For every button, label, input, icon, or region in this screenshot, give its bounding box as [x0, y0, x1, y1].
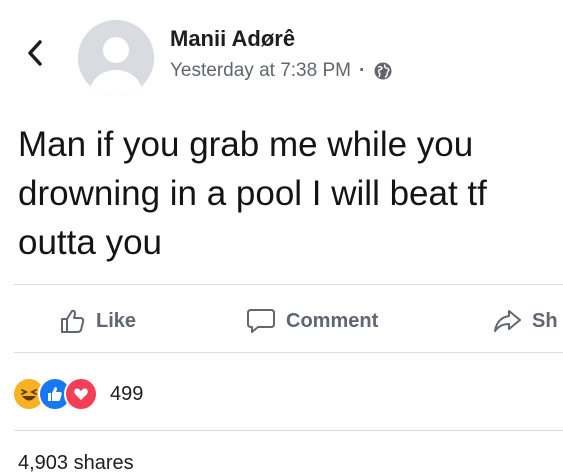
share-label: Sh	[532, 309, 558, 332]
divider	[14, 352, 563, 353]
reactions-summary[interactable]: 499	[12, 374, 143, 414]
love-icon	[64, 377, 98, 411]
action-bar: Like Comment Sh	[0, 298, 563, 344]
chevron-left-icon	[28, 40, 42, 66]
back-button[interactable]	[22, 36, 48, 70]
timestamp[interactable]: Yesterday at 7:38 PM	[170, 60, 351, 82]
share-count[interactable]: 4,903 shares	[18, 452, 134, 475]
comment-button[interactable]: Comment	[246, 298, 378, 344]
author-name[interactable]: Manii Adørê	[170, 26, 295, 52]
like-label: Like	[96, 309, 137, 332]
thumbs-up-icon	[61, 309, 85, 333]
like-button[interactable]: Like	[60, 298, 136, 344]
comment-label: Comment	[286, 309, 379, 332]
globe-icon[interactable]	[373, 61, 393, 81]
share-icon	[494, 310, 521, 332]
post-meta: Yesterday at 7:38 PM ·	[170, 60, 393, 82]
avatar[interactable]	[78, 20, 154, 96]
default-avatar-icon	[78, 20, 154, 96]
post-text: Man if you grab me while you drowning in…	[18, 125, 487, 262]
divider	[14, 430, 563, 431]
share-button[interactable]: Sh	[492, 298, 558, 344]
comment-icon	[247, 309, 275, 333]
meta-separator: ·	[358, 60, 366, 81]
divider	[14, 284, 563, 285]
reaction-count: 499	[110, 382, 144, 405]
